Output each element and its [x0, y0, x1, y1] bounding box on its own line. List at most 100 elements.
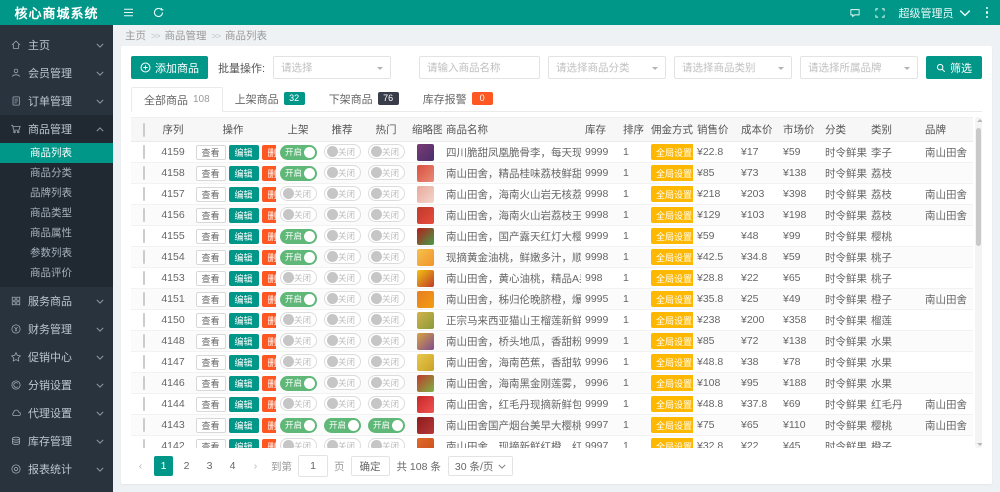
product-thumbnail[interactable]	[417, 249, 434, 266]
onsale-toggle[interactable]: 关闭	[280, 438, 317, 448]
commission-badge[interactable]: 全局设置	[651, 396, 693, 412]
recommend-toggle[interactable]: 关闭	[324, 354, 361, 369]
recommend-toggle[interactable]: 关闭	[324, 144, 361, 159]
edit-button[interactable]: 编辑	[229, 187, 259, 202]
delete-button[interactable]: 删除	[262, 166, 276, 181]
commission-badge[interactable]: 全局设置	[651, 312, 693, 328]
view-button[interactable]: 查看	[196, 355, 226, 370]
view-button[interactable]: 查看	[196, 439, 226, 449]
tab-1[interactable]: 上架商品32	[223, 87, 317, 110]
brand-select[interactable]: 请选择所属品牌	[800, 56, 918, 79]
sidebar-item-cart[interactable]: 商品管理	[0, 115, 113, 143]
recommend-toggle[interactable]: 关闭	[324, 291, 361, 306]
onsale-toggle[interactable]: 开启	[280, 229, 317, 244]
tab-0[interactable]: 全部商品108	[131, 87, 223, 112]
commission-badge[interactable]: 全局设置	[651, 417, 693, 433]
product-thumbnail[interactable]	[417, 291, 434, 308]
commission-badge[interactable]: 全局设置	[651, 144, 693, 160]
sidebar-item-agent[interactable]: 代理设置	[0, 399, 113, 427]
hot-toggle[interactable]: 关闭	[368, 165, 405, 180]
edit-button[interactable]: 编辑	[229, 250, 259, 265]
sidebar-subitem-6[interactable]: 商品评价	[0, 263, 113, 283]
onsale-toggle[interactable]: 关闭	[280, 312, 317, 327]
product-thumbnail[interactable]	[417, 396, 434, 413]
edit-button[interactable]: 编辑	[229, 271, 259, 286]
row-checkbox[interactable]	[143, 187, 145, 201]
commission-badge[interactable]: 全局设置	[651, 186, 693, 202]
view-button[interactable]: 查看	[196, 313, 226, 328]
row-checkbox[interactable]	[143, 250, 145, 264]
view-button[interactable]: 查看	[196, 208, 226, 223]
product-thumbnail[interactable]	[417, 438, 434, 449]
scroll-up-icon[interactable]	[977, 119, 983, 122]
delete-button[interactable]: 删除	[262, 313, 276, 328]
commission-badge[interactable]: 全局设置	[651, 207, 693, 223]
scrollbar-thumb[interactable]	[976, 128, 981, 246]
filter-button[interactable]: 筛选	[926, 56, 982, 79]
commission-badge[interactable]: 全局设置	[651, 165, 693, 181]
prev-page-button[interactable]: ‹	[131, 456, 150, 476]
edit-button[interactable]: 编辑	[229, 313, 259, 328]
view-button[interactable]: 查看	[196, 166, 226, 181]
recommend-toggle[interactable]: 关闭	[324, 375, 361, 390]
view-button[interactable]: 查看	[196, 334, 226, 349]
batch-select[interactable]: 请选择	[273, 56, 391, 79]
commission-badge[interactable]: 全局设置	[651, 375, 693, 391]
commission-badge[interactable]: 全局设置	[651, 333, 693, 349]
view-button[interactable]: 查看	[196, 145, 226, 160]
tab-2[interactable]: 下架商品76	[317, 87, 411, 110]
recommend-toggle[interactable]: 关闭	[324, 228, 361, 243]
sidebar-item-user[interactable]: 会员管理	[0, 59, 113, 87]
view-button[interactable]: 查看	[196, 229, 226, 244]
onsale-toggle[interactable]: 开启	[280, 145, 317, 160]
delete-button[interactable]: 删除	[262, 397, 276, 412]
refresh-icon[interactable]	[143, 0, 173, 25]
row-checkbox[interactable]	[143, 313, 145, 327]
onsale-toggle[interactable]: 开启	[280, 250, 317, 265]
row-checkbox[interactable]	[143, 418, 145, 432]
delete-button[interactable]: 删除	[262, 187, 276, 202]
hot-toggle[interactable]: 关闭	[368, 333, 405, 348]
product-thumbnail[interactable]	[417, 165, 434, 182]
type-select[interactable]: 请选择商品类别	[674, 56, 792, 79]
onsale-toggle[interactable]: 关闭	[280, 270, 317, 285]
category-select[interactable]: 请选择商品分类	[548, 56, 666, 79]
admin-menu[interactable]: 超级管理员	[899, 5, 971, 21]
row-checkbox[interactable]	[143, 376, 145, 390]
delete-button[interactable]: 删除	[262, 145, 276, 160]
hot-toggle[interactable]: 关闭	[368, 354, 405, 369]
onsale-toggle[interactable]: 关闭	[280, 207, 317, 222]
row-checkbox[interactable]	[143, 355, 145, 369]
product-thumbnail[interactable]	[417, 312, 434, 329]
product-thumbnail[interactable]	[417, 270, 434, 287]
view-button[interactable]: 查看	[196, 397, 226, 412]
page-button-2[interactable]: 2	[177, 456, 196, 476]
view-button[interactable]: 查看	[196, 187, 226, 202]
delete-button[interactable]: 删除	[262, 376, 276, 391]
recommend-toggle[interactable]: 关闭	[324, 270, 361, 285]
edit-button[interactable]: 编辑	[229, 439, 259, 449]
onsale-toggle[interactable]: 开启	[280, 376, 317, 391]
sidebar-subitem-5[interactable]: 参数列表	[0, 243, 113, 263]
hamburger-menu-icon[interactable]	[113, 0, 143, 25]
commission-badge[interactable]: 全局设置	[651, 270, 693, 286]
row-checkbox[interactable]	[143, 208, 145, 222]
product-thumbnail[interactable]	[417, 186, 434, 203]
delete-button[interactable]: 删除	[262, 418, 276, 433]
edit-button[interactable]: 编辑	[229, 418, 259, 433]
scroll-down-icon[interactable]	[977, 443, 983, 446]
sidebar-subitem-3[interactable]: 商品类型	[0, 203, 113, 223]
recommend-toggle[interactable]: 关闭	[324, 165, 361, 180]
recommend-toggle[interactable]: 关闭	[324, 207, 361, 222]
onsale-toggle[interactable]: 关闭	[280, 333, 317, 348]
hot-toggle[interactable]: 关闭	[368, 438, 405, 448]
row-checkbox[interactable]	[143, 271, 145, 285]
onsale-toggle[interactable]: 开启	[280, 292, 317, 307]
hot-toggle[interactable]: 关闭	[368, 249, 405, 264]
product-thumbnail[interactable]	[417, 207, 434, 224]
edit-button[interactable]: 编辑	[229, 229, 259, 244]
tab-3[interactable]: 库存报警0	[411, 87, 505, 110]
onsale-toggle[interactable]: 关闭	[280, 354, 317, 369]
delete-button[interactable]: 删除	[262, 229, 276, 244]
product-thumbnail[interactable]	[417, 354, 434, 371]
